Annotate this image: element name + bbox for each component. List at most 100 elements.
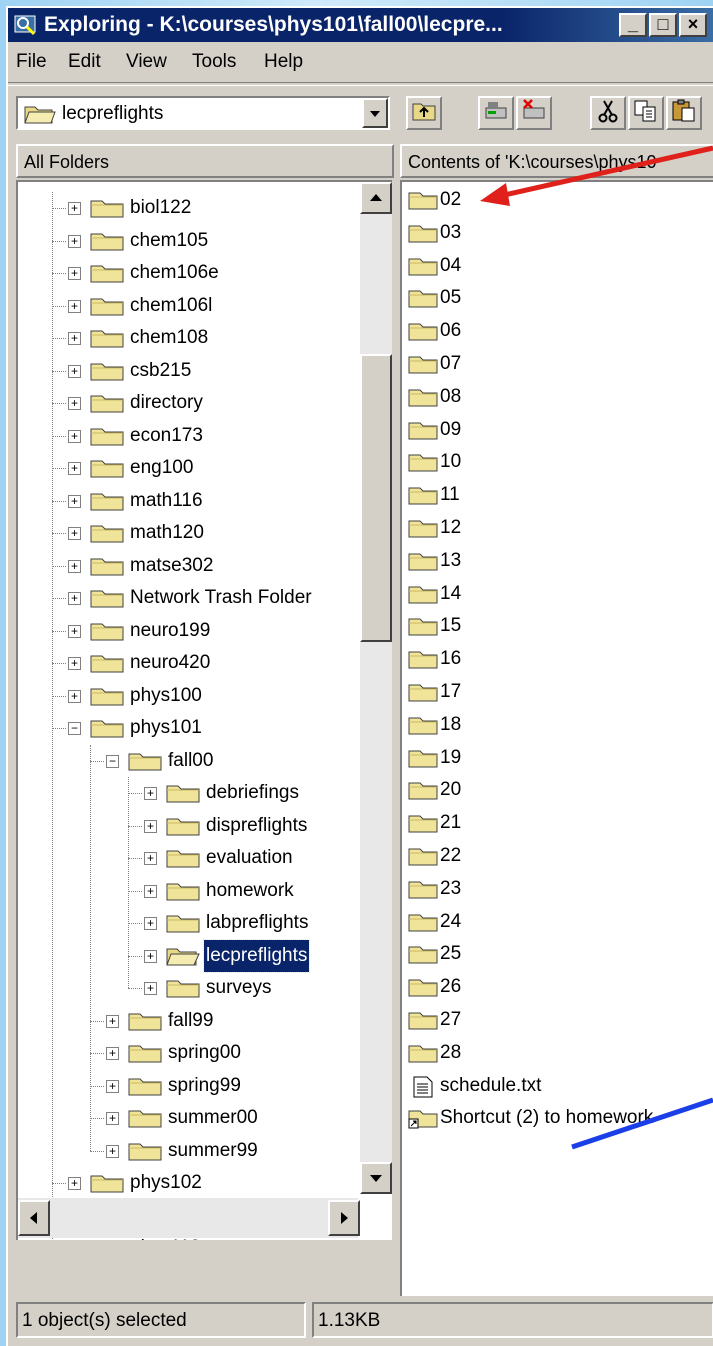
cut-button[interactable] <box>590 96 626 130</box>
expand-icon[interactable]: + <box>68 234 81 248</box>
minimize-button[interactable]: _ <box>619 13 647 37</box>
expand-icon[interactable]: + <box>68 689 81 703</box>
tree-branch-line <box>52 663 66 664</box>
contents-list[interactable]: 02 03 04 05 06 07 08 09 10 11 12 13 14 15 16 17 18 19 20 21… <box>400 180 713 1296</box>
expand-icon[interactable]: + <box>68 527 81 540</box>
content-item-label: 28 <box>440 1041 462 1063</box>
menu-tools[interactable]: Tools <box>192 51 236 73</box>
copy-button[interactable] <box>628 96 664 130</box>
tree-branch-line <box>90 1085 104 1087</box>
close-button[interactable]: × <box>679 13 707 37</box>
content-item-label: 18 <box>440 713 462 735</box>
expand-icon[interactable]: + <box>68 1177 81 1190</box>
up-folder-button[interactable] <box>406 96 442 130</box>
folder-icon <box>166 785 200 803</box>
scroll-up-arrow-icon <box>370 194 382 201</box>
folder-icon <box>408 750 438 768</box>
folder-icon <box>90 298 124 315</box>
folder-icon <box>166 915 200 933</box>
content-item-label: 06 <box>440 320 462 342</box>
scroll-right-button[interactable] <box>328 1200 360 1236</box>
scroll-right-arrow-icon <box>341 1212 348 1224</box>
tree-item-label: Network Trash Folder <box>130 587 312 608</box>
expand-icon[interactable]: + <box>68 624 81 638</box>
disconnect-drive-button[interactable] <box>516 96 552 130</box>
expand-icon[interactable]: + <box>68 462 81 475</box>
tree-item-label: math116 <box>130 489 203 511</box>
expand-icon[interactable]: + <box>68 494 81 508</box>
tree-vertical-scrollbar[interactable] <box>360 182 392 1194</box>
expand-icon[interactable]: + <box>68 299 81 313</box>
expand-icon[interactable]: + <box>68 657 81 670</box>
folder-icon <box>408 914 438 932</box>
folder-icon <box>408 356 438 374</box>
content-item-label: 11 <box>440 484 460 506</box>
tree-branch-line <box>128 793 142 794</box>
scroll-left-button[interactable] <box>18 1200 50 1236</box>
expand-icon[interactable]: + <box>68 397 81 410</box>
address-combobox[interactable]: lecpreflights <box>16 96 390 130</box>
tree-item-label: csb215 <box>130 359 192 381</box>
tree-branch-line <box>52 370 66 372</box>
collapse-icon[interactable]: − <box>106 754 119 768</box>
folder-icon <box>128 753 162 770</box>
expand-icon[interactable]: + <box>106 1112 119 1125</box>
expand-icon[interactable]: + <box>106 1014 119 1028</box>
scroll-down-button[interactable] <box>360 1162 392 1194</box>
tree-item-label: phys102 <box>130 1172 202 1193</box>
tree-item-label: matse302 <box>130 554 214 576</box>
folder-icon <box>90 525 124 543</box>
expand-icon[interactable]: + <box>68 559 81 573</box>
menu-file[interactable]: File <box>16 51 47 73</box>
menu-edit[interactable]: Edit <box>68 51 101 73</box>
folder-icon <box>408 225 438 243</box>
expand-icon[interactable]: + <box>68 592 81 605</box>
title-bar[interactable]: Exploring - K:\courses\phys101\fall00\le… <box>8 8 713 42</box>
tree-branch-line <box>128 923 142 924</box>
explorer-window: Exploring - K:\courses\phys101\fall00\le… <box>6 6 713 1346</box>
tree-item-label: math120 <box>130 522 204 543</box>
tree-branch-line <box>52 468 66 469</box>
map-drive-button[interactable] <box>478 96 514 130</box>
expand-icon[interactable]: + <box>144 787 157 800</box>
menu-view[interactable]: View <box>126 51 167 73</box>
maximize-button[interactable]: □ <box>649 13 677 37</box>
expand-icon[interactable]: + <box>144 819 157 833</box>
folder-tree[interactable]: + biol122 + chem105 + chem106e + chem106l + chem1… <box>16 180 392 1240</box>
tree-item-label: directory <box>130 392 203 413</box>
chevron-down-icon <box>370 111 380 117</box>
menu-help[interactable]: Help <box>264 51 303 73</box>
expand-icon[interactable]: + <box>144 949 157 963</box>
tree-horizontal-scrollbar[interactable] <box>18 1198 360 1238</box>
paste-button[interactable] <box>666 96 702 130</box>
expand-icon[interactable]: + <box>68 364 81 378</box>
scroll-thumb[interactable] <box>360 354 392 642</box>
content-item-label: 15 <box>440 615 462 637</box>
expand-icon[interactable]: + <box>106 1144 119 1158</box>
content-item-label: 13 <box>440 549 462 571</box>
expand-icon[interactable]: + <box>106 1047 119 1060</box>
collapse-icon[interactable]: − <box>68 722 81 735</box>
folder-icon <box>128 1045 162 1063</box>
expand-icon[interactable]: + <box>68 267 81 280</box>
folder-icon <box>90 558 124 575</box>
content-item-label: 05 <box>440 287 462 309</box>
expand-icon[interactable]: + <box>144 982 157 995</box>
folder-icon <box>90 265 124 283</box>
tree-branch-line <box>128 825 142 827</box>
expand-icon[interactable]: + <box>144 852 157 865</box>
expand-icon[interactable]: + <box>144 884 157 898</box>
scroll-up-button[interactable] <box>360 182 392 214</box>
tree-item-label: neuro420 <box>130 652 211 673</box>
cut-icon <box>598 100 618 123</box>
expand-icon[interactable]: + <box>68 202 81 215</box>
folder-icon <box>408 881 438 899</box>
folder-icon <box>408 192 438 210</box>
expand-icon[interactable]: + <box>68 332 81 345</box>
expand-icon[interactable]: + <box>106 1079 119 1093</box>
expand-icon[interactable]: + <box>68 429 81 443</box>
folder-icon <box>166 818 200 835</box>
expand-icon[interactable]: + <box>144 917 157 930</box>
address-dropdown-button[interactable] <box>362 98 388 128</box>
open-folder-icon <box>166 948 200 965</box>
